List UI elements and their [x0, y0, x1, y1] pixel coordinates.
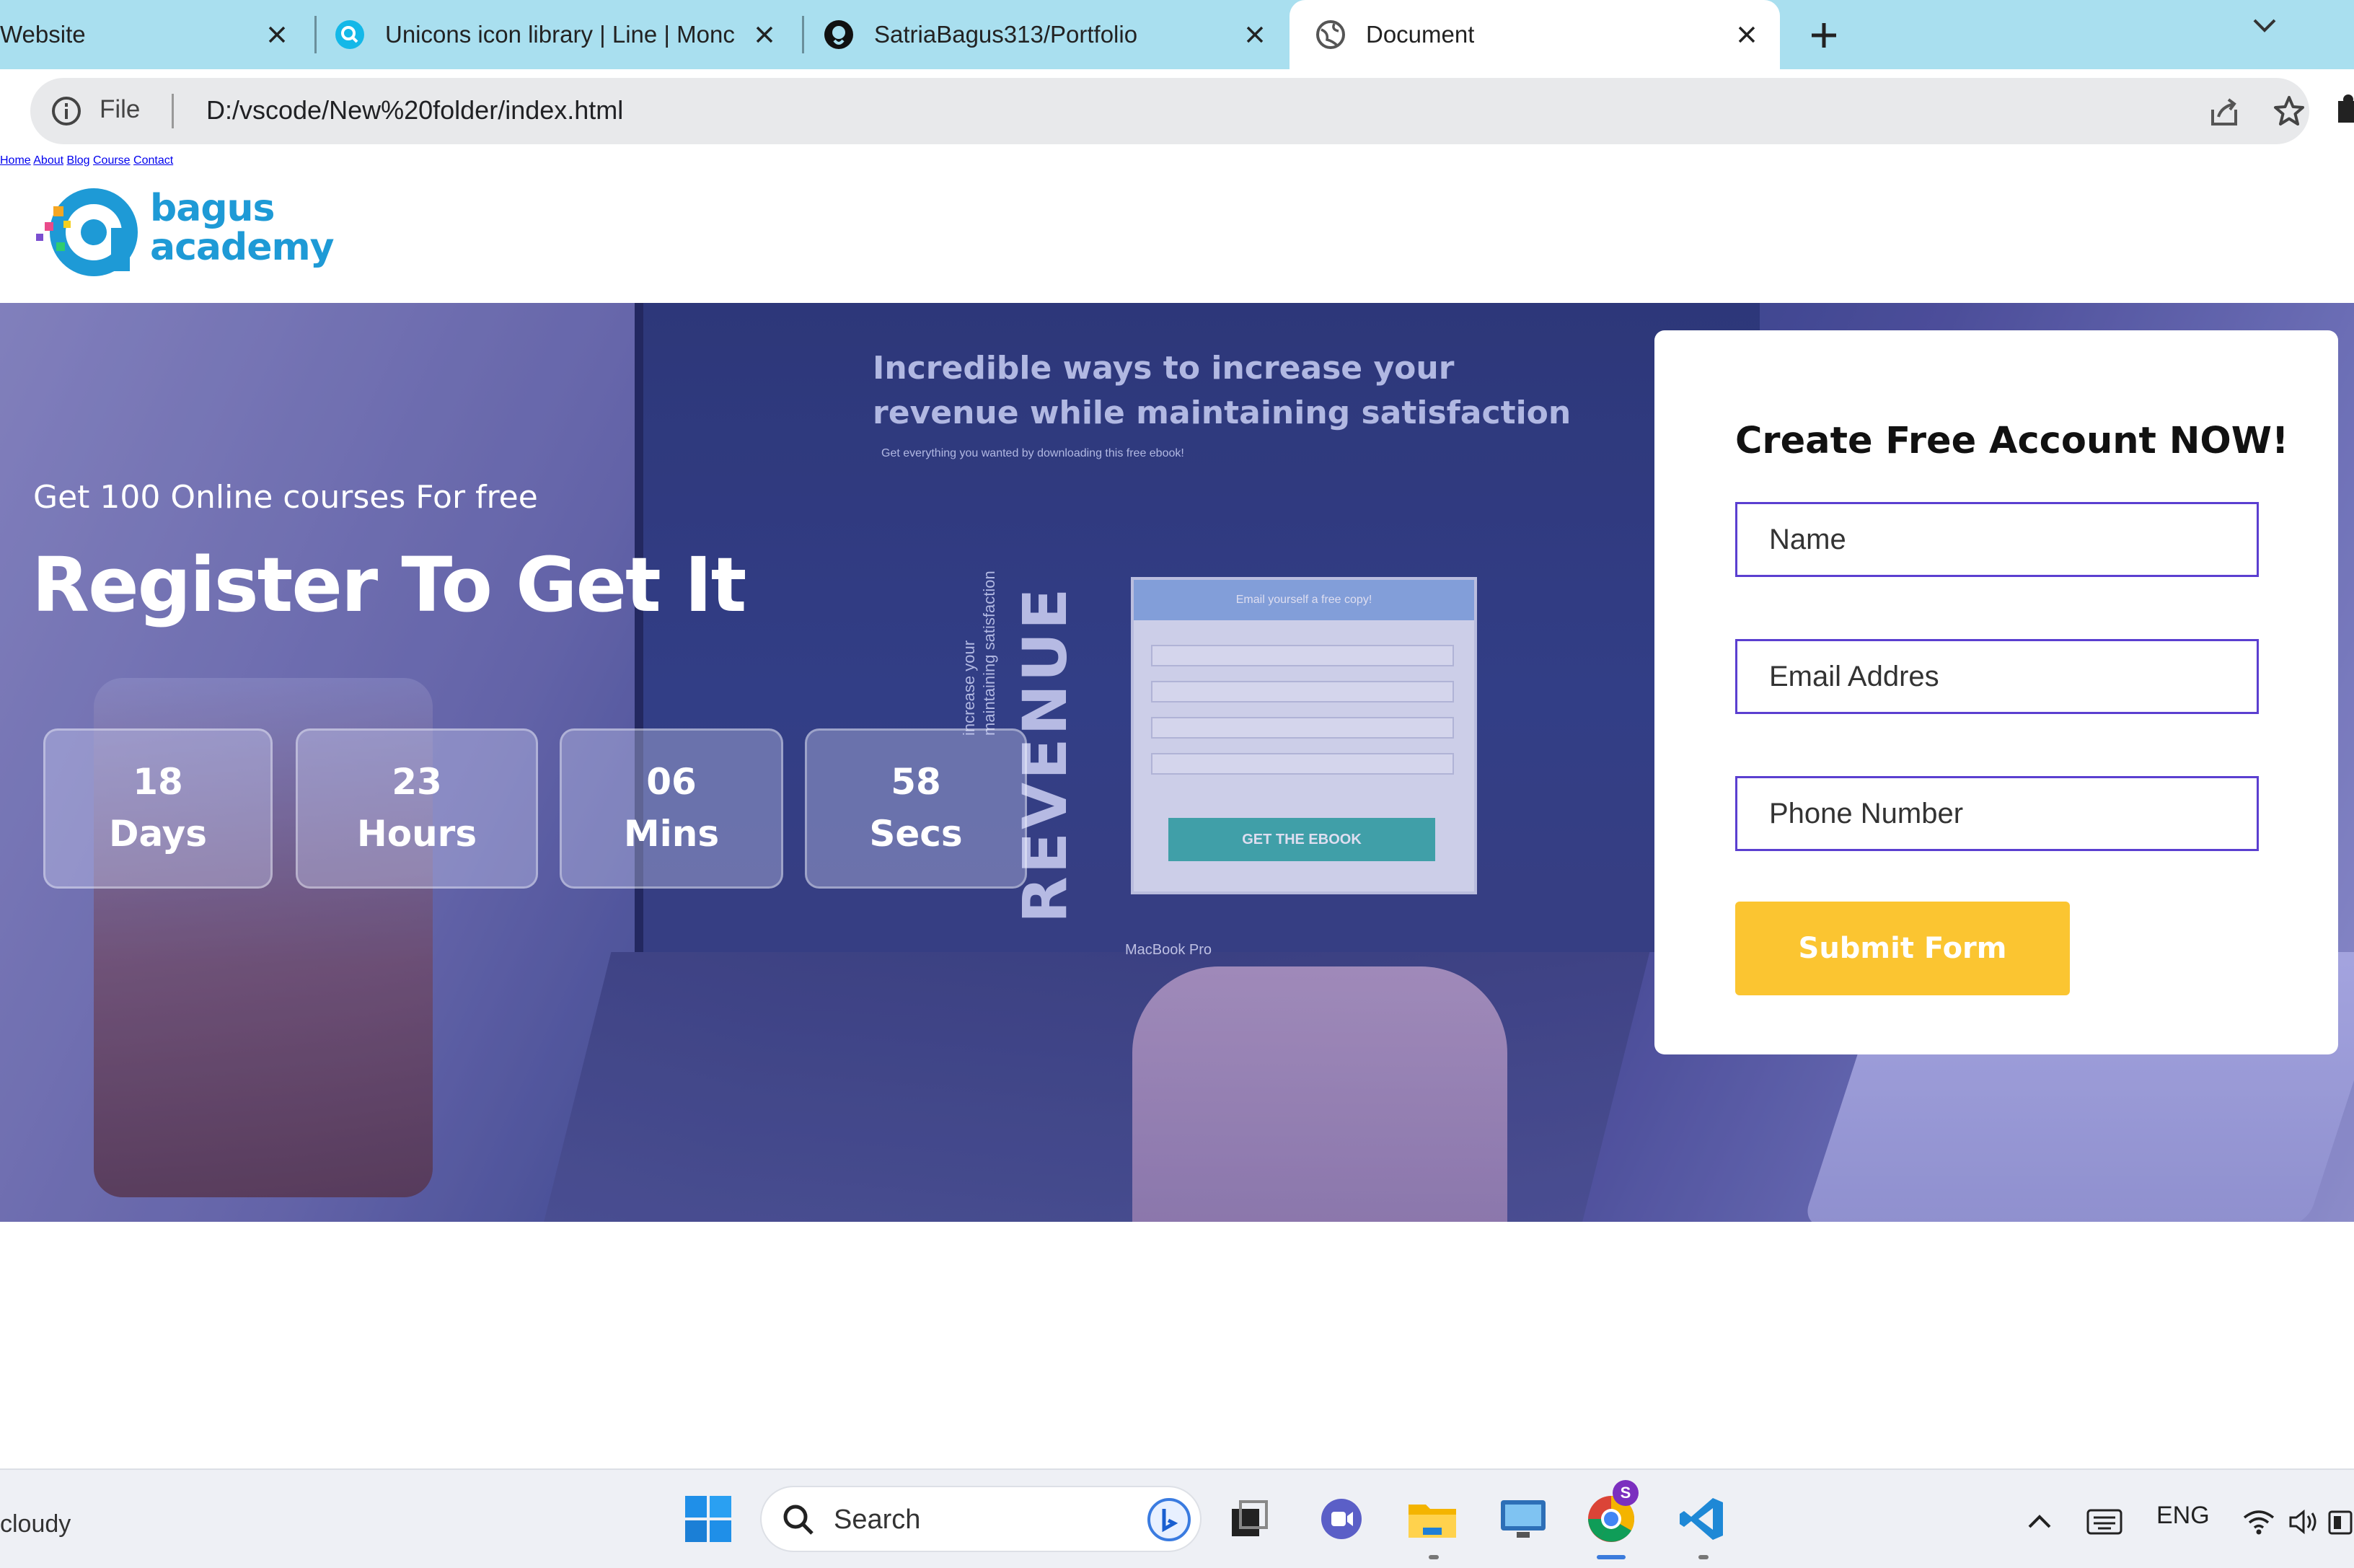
countdown-value: 06 [646, 761, 697, 803]
share-icon[interactable] [2207, 95, 2241, 130]
language-indicator[interactable]: ENG [2156, 1502, 2210, 1530]
nav-link-home[interactable]: Home [0, 154, 31, 167]
weather-widget[interactable]: cloudy [0, 1510, 71, 1538]
bagus-academy-logo-icon [36, 188, 138, 276]
main-nav: Home About Blog Course Contact [0, 154, 2354, 167]
search-icon [780, 1502, 816, 1538]
tab-separator [314, 16, 317, 53]
countdown-value: 18 [133, 761, 183, 803]
countdown-unit: Secs [869, 813, 963, 855]
close-icon[interactable] [1731, 19, 1763, 50]
close-icon[interactable] [1239, 19, 1271, 50]
browser-toolbar: File D:/vscode/New%20folder/index.html [0, 69, 2354, 224]
email-input[interactable] [1735, 639, 2259, 714]
vscode-icon[interactable] [1675, 1492, 1729, 1546]
browser-tab-active[interactable]: Document [1290, 0, 1780, 69]
site-logo[interactable]: bagus academy [32, 182, 349, 283]
countdown-mins: 06 Mins [560, 728, 783, 889]
chevron-down-icon[interactable] [2250, 14, 2286, 43]
windows-start-icon[interactable] [681, 1492, 736, 1546]
chrome-profile-badge: S [1613, 1480, 1639, 1506]
submit-form-button[interactable]: Submit Form [1735, 902, 2070, 995]
keyboard-icon[interactable] [2077, 1494, 2132, 1549]
close-icon[interactable] [261, 19, 293, 50]
windows-taskbar: cloudy Search S ENG [0, 1468, 2354, 1568]
close-icon[interactable] [749, 19, 780, 50]
running-indicator [1429, 1555, 1439, 1559]
browser-tab[interactable]: SatriaBagus313/Portfolio [822, 0, 1288, 69]
signup-form: Create Free Account NOW! Submit Form [1654, 330, 2338, 1054]
new-tab-plus-icon[interactable] [1806, 17, 1842, 53]
countdown-value: 58 [891, 761, 941, 803]
browser-tab[interactable]: Website [0, 0, 310, 69]
site-header: bagus academy Home About Blog Course Con… [0, 154, 2354, 303]
info-icon[interactable] [50, 95, 82, 127]
tab-title: Unicons icon library | Line | Monc [385, 21, 735, 48]
github-icon [822, 18, 855, 51]
address-bar[interactable]: File D:/vscode/New%20folder/index.html [30, 78, 2309, 144]
search-label: Search [834, 1505, 921, 1535]
hero-title: Register To Get It [32, 541, 746, 629]
chevron-up-icon[interactable] [2012, 1494, 2067, 1549]
taskbar-search-box[interactable]: Search [760, 1486, 1202, 1552]
browser-tab-bar: Website Unicons icon library | Line | Mo… [0, 0, 2354, 69]
nav-link-blog[interactable]: Blog [67, 154, 90, 167]
hero-eyebrow-text: Get 100 Online courses For free [33, 479, 538, 516]
tab-title: Document [1366, 21, 1475, 48]
teams-chat-icon[interactable] [1314, 1492, 1369, 1546]
globe-icon [1314, 18, 1347, 51]
countdown-unit: Hours [356, 813, 477, 855]
active-app-indicator [1597, 1555, 1626, 1559]
countdown-unit: Mins [623, 813, 720, 855]
tab-title: Website [0, 21, 86, 48]
countdown-value: 23 [392, 761, 442, 803]
countdown-days: 18 Days [43, 728, 273, 889]
running-indicator [1698, 1555, 1709, 1559]
name-input[interactable] [1735, 502, 2259, 577]
bing-icon[interactable] [1147, 1497, 1191, 1542]
battery-icon[interactable] [2327, 1494, 2354, 1549]
phone-input[interactable] [1735, 776, 2259, 851]
countdown-hours: 23 Hours [296, 728, 538, 889]
unicons-favicon-icon [333, 18, 366, 51]
url-divider [172, 94, 174, 128]
countdown-unit: Days [108, 813, 208, 855]
bookmark-star-icon[interactable] [2272, 94, 2306, 128]
countdown-secs: 58 Secs [805, 728, 1027, 889]
nav-link-contact[interactable]: Contact [133, 154, 173, 167]
nav-link-course[interactable]: Course [93, 154, 131, 167]
url-scheme-label: File [100, 95, 141, 123]
nav-link-about[interactable]: About [33, 154, 63, 167]
logo-line-2: academy [150, 226, 335, 269]
url-text[interactable]: D:/vscode/New%20folder/index.html [206, 95, 623, 125]
logo-line-1: bagus [150, 187, 275, 230]
tab-separator [802, 16, 804, 53]
logo-wordmark: bagus academy [150, 187, 335, 269]
file-explorer-icon[interactable] [1405, 1492, 1460, 1546]
browser-tab[interactable]: Unicons icon library | Line | Monc [333, 0, 798, 69]
remote-desktop-icon[interactable] [1496, 1492, 1551, 1546]
volume-icon[interactable] [2278, 1494, 2332, 1549]
extensions-puzzle-icon[interactable] [2334, 94, 2354, 130]
form-heading: Create Free Account NOW! [1735, 420, 2289, 462]
task-view-icon[interactable] [1222, 1492, 1277, 1546]
tab-title: SatriaBagus313/Portfolio [874, 21, 1138, 48]
